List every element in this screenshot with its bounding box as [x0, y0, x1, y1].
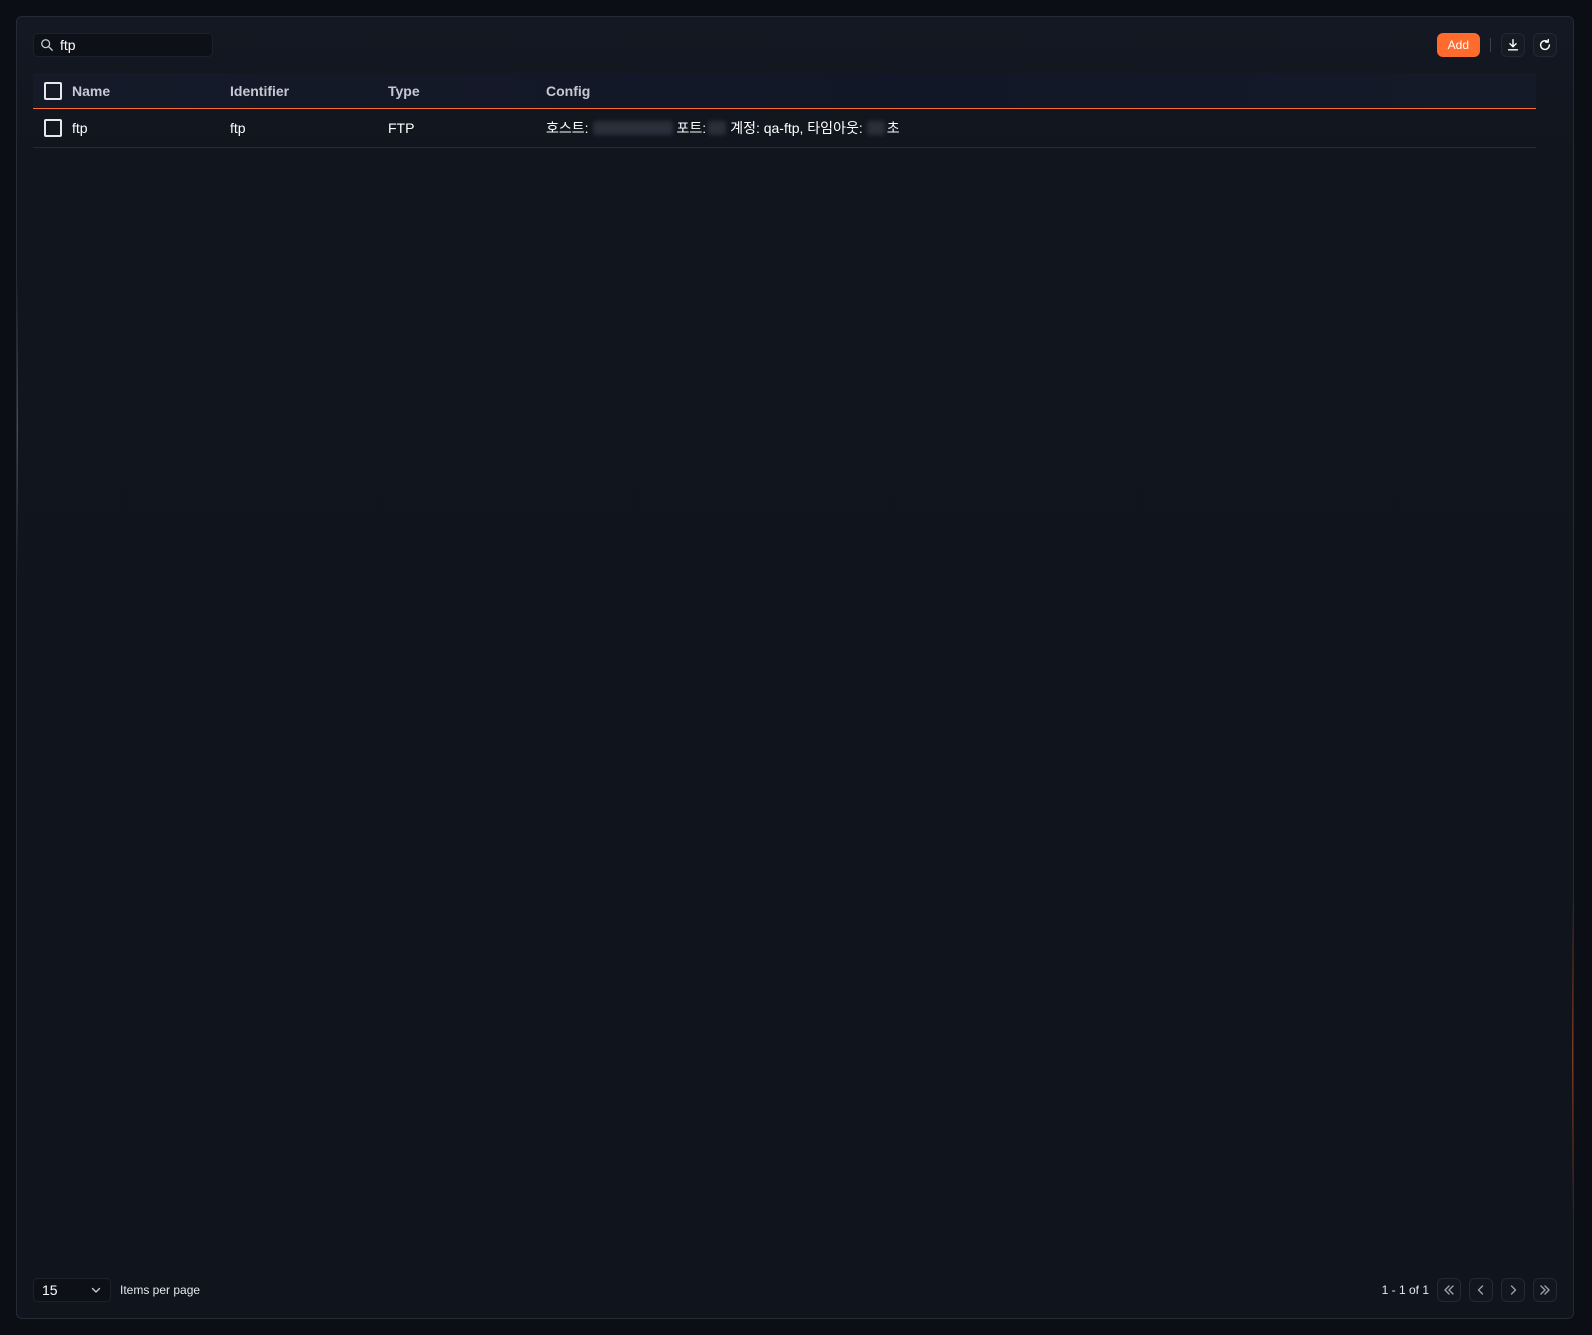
column-header-type[interactable]: Type: [388, 83, 546, 99]
page-size-control: 15 Items per page: [33, 1278, 200, 1302]
next-page-button[interactable]: [1501, 1278, 1525, 1302]
cell-identifier: ftp: [230, 120, 246, 136]
column-header-config[interactable]: Config: [546, 83, 1536, 99]
refresh-icon: [1539, 38, 1551, 51]
first-page-button[interactable]: [1437, 1278, 1461, 1302]
download-icon: [1507, 39, 1519, 51]
page-range: 1 - 1 of 1: [1381, 1283, 1429, 1297]
chevron-left-icon: [1477, 1285, 1484, 1295]
previous-page-button[interactable]: [1469, 1278, 1493, 1302]
column-header-name[interactable]: Name: [72, 83, 230, 99]
page-size-select[interactable]: 15: [33, 1278, 111, 1302]
config-port-label: 포트:: [676, 120, 707, 136]
items-per-page-label: Items per page: [120, 1283, 201, 1297]
search-box[interactable]: [33, 33, 213, 57]
chevrons-right-icon: [1540, 1285, 1550, 1295]
config-host-label: 호스트:: [546, 120, 589, 136]
cell-name: ftp: [72, 120, 88, 136]
search-input[interactable]: [54, 37, 212, 53]
last-page-button[interactable]: [1533, 1278, 1557, 1302]
download-button[interactable]: [1501, 33, 1525, 57]
cell-config: 호스트: 포트: 계정: qa-ftp, 타임아웃: 초: [546, 118, 1536, 138]
pagination: 1 - 1 of 1: [1382, 1278, 1557, 1302]
column-header-identifier[interactable]: Identifier: [230, 83, 388, 99]
select-all-cell: [33, 81, 72, 100]
data-table-panel: Add Name Identifier Type Config: [16, 16, 1574, 1319]
search-icon: [41, 39, 53, 51]
config-timeout-unit: 초: [886, 120, 900, 136]
add-button[interactable]: Add: [1436, 33, 1480, 57]
redacted-port: [708, 121, 727, 135]
chevron-down-icon: [91, 1287, 101, 1293]
cell-type: FTP: [388, 120, 415, 136]
refresh-button[interactable]: [1533, 33, 1557, 57]
connections-table: Name Identifier Type Config ftp ftp FTP …: [33, 73, 1536, 148]
redacted-host: [592, 121, 673, 135]
toolbar-divider: [1490, 38, 1491, 52]
chevrons-left-icon: [1444, 1285, 1454, 1295]
toolbar: Add: [1436, 33, 1557, 57]
row-checkbox[interactable]: [43, 119, 62, 137]
redacted-timeout: [866, 121, 885, 135]
chevron-right-icon: [1510, 1285, 1517, 1295]
row-select-cell: [33, 119, 72, 137]
page-size-value: 15: [42, 1282, 58, 1298]
table-header: Name Identifier Type Config: [33, 73, 1536, 109]
config-account-text: 계정: qa-ftp, 타임아웃:: [730, 120, 863, 136]
table-row[interactable]: ftp ftp FTP 호스트: 포트: 계정: qa-ftp, 타임아웃: 초: [33, 109, 1536, 148]
select-all-checkbox[interactable]: [43, 81, 62, 100]
